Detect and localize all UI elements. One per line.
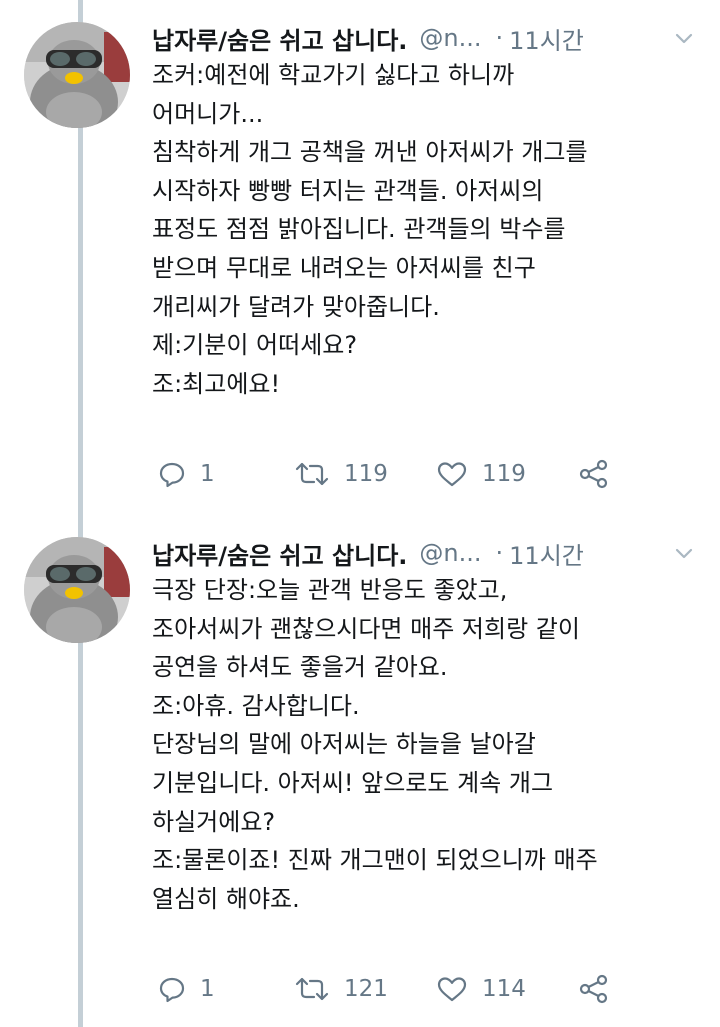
- tweet-text-line: 침착하게 개그 공책을 꺼낸 아저씨가 개그를: [152, 138, 588, 167]
- reply-button[interactable]: 1: [158, 454, 215, 494]
- chevron-down-icon[interactable]: [674, 28, 694, 48]
- chevron-down-icon[interactable]: [674, 543, 694, 563]
- tweet-text-line: 하실거에요?: [152, 807, 276, 836]
- like-count: 114: [482, 976, 526, 1002]
- tweet-text: 조커:예전에 학교가기 싫다고 하니까 어머니가... 침착하게 개그 공책을 …: [152, 56, 712, 403]
- reply-icon: [158, 460, 186, 488]
- separator-dot: ·: [495, 24, 504, 52]
- tweet-text-line: 공연을 하셔도 좋을거 같아요.: [152, 653, 448, 682]
- tweet-header: 납자루/숨은 쉬고 삽니다. @n... · 11시간: [152, 18, 700, 58]
- tweet-text-line: 단장님의 말에 아저씨는 하늘을 날아갈: [152, 730, 536, 759]
- tweet-text-line: 개리씨가 달려가 맞아줍니다.: [152, 292, 440, 321]
- reply-count: 1: [200, 461, 215, 487]
- tweet-text-line: 조:최고에요!: [152, 369, 281, 398]
- user-handle[interactable]: @n...: [419, 539, 481, 567]
- timestamp[interactable]: 11시간: [509, 21, 584, 56]
- retweet-button[interactable]: 121: [294, 969, 388, 1009]
- tweet-text: 극장 단장:오늘 관객 반응도 좋았고, 조아서씨가 괜찮으시다면 매주 저희랑…: [152, 571, 712, 918]
- penguin-avatar-image: [24, 537, 130, 643]
- penguin-avatar-image: [24, 22, 130, 128]
- tweet-text-line: 표정도 점점 밝아집니다. 관객들의 박수를: [152, 215, 566, 244]
- like-button[interactable]: 119: [436, 454, 526, 494]
- retweet-icon: [294, 460, 330, 488]
- reply-count: 1: [200, 976, 215, 1002]
- tweet[interactable]: 납자루/숨은 쉬고 삽니다. @n... · 11시간 극장 단장:오늘 관객 …: [0, 533, 720, 1013]
- heart-icon: [436, 975, 468, 1003]
- reply-button[interactable]: 1: [158, 969, 215, 1009]
- avatar[interactable]: [24, 22, 130, 128]
- tweet-text-line: 어머니가...: [152, 99, 264, 128]
- separator-dot: ·: [495, 539, 504, 567]
- share-button[interactable]: [578, 969, 610, 1009]
- retweet-count: 121: [344, 976, 388, 1002]
- tweet-text-line: 조:물론이죠! 진짜 개그맨이 되었으니까 매주: [152, 846, 598, 875]
- tweet-text-line: 열심히 해야죠.: [152, 884, 300, 913]
- share-icon: [578, 974, 610, 1004]
- tweet-actions: 1 121 114: [152, 969, 672, 1009]
- tweet-text-line: 제:기분이 어떠세요?: [152, 331, 358, 360]
- like-count: 119: [482, 461, 526, 487]
- like-button[interactable]: 114: [436, 969, 526, 1009]
- retweet-count: 119: [344, 461, 388, 487]
- tweet-text-line: 조:아휴. 감사합니다.: [152, 691, 360, 720]
- tweet-text-line: 받으며 무대로 내려오는 아저씨를 친구: [152, 253, 536, 282]
- tweet[interactable]: 납자루/숨은 쉬고 삽니다. @n... · 11시간 조커:예전에 학교가기 …: [0, 18, 720, 498]
- tweet-text-line: 기분입니다. 아저씨! 앞으로도 계속 개그: [152, 768, 554, 797]
- tweet-text-line: 극장 단장:오늘 관객 반응도 좋았고,: [152, 576, 508, 604]
- display-name[interactable]: 납자루/숨은 쉬고 삽니다.: [152, 21, 407, 56]
- reply-icon: [158, 975, 186, 1003]
- timestamp[interactable]: 11시간: [509, 536, 584, 571]
- tweet-text-line: 조커:예전에 학교가기 싫다고 하니까: [152, 61, 515, 89]
- heart-icon: [436, 460, 468, 488]
- user-handle[interactable]: @n...: [419, 24, 481, 52]
- tweet-text-line: 조아서씨가 괜찮으시다면 매주 저희랑 같이: [152, 614, 580, 643]
- retweet-button[interactable]: 119: [294, 454, 388, 494]
- display-name[interactable]: 납자루/숨은 쉬고 삽니다.: [152, 536, 407, 571]
- avatar[interactable]: [24, 537, 130, 643]
- tweet-header: 납자루/숨은 쉬고 삽니다. @n... · 11시간: [152, 533, 700, 573]
- share-button[interactable]: [578, 454, 610, 494]
- share-icon: [578, 459, 610, 489]
- tweet-actions: 1 119 119: [152, 454, 672, 494]
- tweet-text-line: 시작하자 빵빵 터지는 관객들. 아저씨의: [152, 176, 544, 205]
- retweet-icon: [294, 975, 330, 1003]
